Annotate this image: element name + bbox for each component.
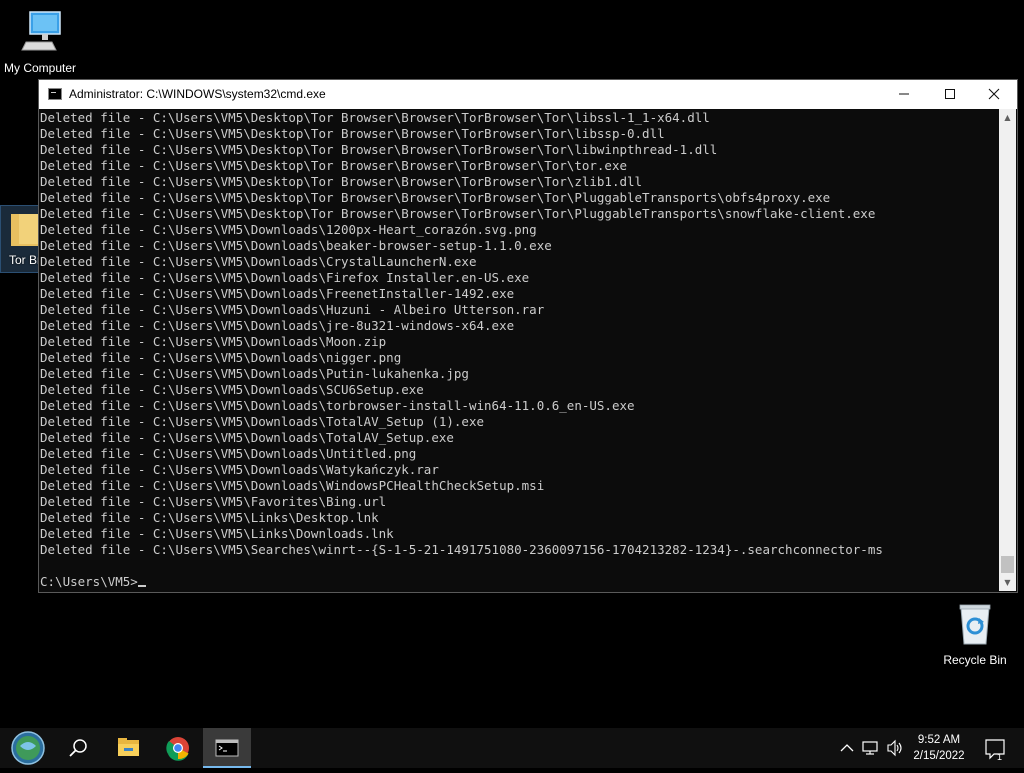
desktop-icon-label: Recycle Bin xyxy=(943,653,1007,667)
cmd-taskbar-button[interactable] xyxy=(203,728,251,768)
command-prompt-line[interactable]: C:\Users\VM5> xyxy=(40,574,146,590)
taskbar-clock[interactable]: 9:52 AM 2/15/2022 xyxy=(905,732,973,764)
desktop-icon-tor-browser[interactable]: Tor Br xyxy=(0,205,42,273)
network-button[interactable] xyxy=(860,728,882,768)
console-line: Deleted file - C:\Users\VM5\Downloads\be… xyxy=(40,238,552,253)
console-line: Deleted file - C:\Users\VM5\Downloads\SC… xyxy=(40,382,424,397)
console-line: Deleted file - C:\Users\VM5\Downloads\to… xyxy=(40,398,635,413)
console-line: Deleted file - C:\Users\VM5\Downloads\12… xyxy=(40,222,537,237)
taskbar: 9:52 AM 2/15/2022 xyxy=(0,728,1024,768)
minimize-icon xyxy=(899,93,909,95)
clock-date: 2/15/2022 xyxy=(913,750,965,762)
chrome-button[interactable] xyxy=(154,728,202,768)
console-line: Deleted file - C:\Users\VM5\Desktop\Tor … xyxy=(40,174,643,189)
notification-icon xyxy=(985,739,1005,760)
close-button[interactable] xyxy=(971,80,1017,109)
scroll-up-arrow-icon[interactable]: ▲ xyxy=(999,109,1016,126)
show-hidden-icons-button[interactable] xyxy=(836,728,858,768)
cmd-app-icon xyxy=(48,88,62,100)
volume-icon xyxy=(887,739,902,757)
start-icon xyxy=(11,731,45,765)
console-lines: Deleted file - C:\Users\VM5\Desktop\Tor … xyxy=(40,110,883,558)
window-title: Administrator: C:\WINDOWS\system32\cmd.e… xyxy=(69,87,326,101)
console-line: Deleted file - C:\Users\VM5\Downloads\Hu… xyxy=(40,302,545,317)
console-line: Deleted file - C:\Users\VM5\Links\Downlo… xyxy=(40,526,394,541)
console-line: Deleted file - C:\Users\VM5\Desktop\Tor … xyxy=(40,190,831,205)
console-line: Deleted file - C:\Users\VM5\Desktop\Tor … xyxy=(40,206,876,221)
search-icon xyxy=(69,739,87,757)
console-line: Deleted file - C:\Users\VM5\Desktop\Tor … xyxy=(40,110,710,125)
scroll-thumb[interactable] xyxy=(1001,556,1014,573)
desktop-icon-label: Tor Br xyxy=(9,253,42,267)
action-center-button[interactable] xyxy=(978,728,1018,768)
chevron-up-icon xyxy=(840,744,854,752)
search-button[interactable] xyxy=(54,728,102,768)
console-line: Deleted file - C:\Users\VM5\Desktop\Tor … xyxy=(40,158,627,173)
file-explorer-button[interactable] xyxy=(104,728,152,768)
maximize-button[interactable] xyxy=(927,80,973,109)
console-line: Deleted file - C:\Users\VM5\Downloads\Pu… xyxy=(40,366,469,381)
console-line: Deleted file - C:\Users\VM5\Links\Deskto… xyxy=(40,510,379,525)
console-line: Deleted file - C:\Users\VM5\Downloads\Wa… xyxy=(40,462,439,477)
window-titlebar[interactable]: Administrator: C:\WINDOWS\system32\cmd.e… xyxy=(39,80,1017,109)
desktop-icon-my-computer[interactable]: My Computer xyxy=(0,8,80,75)
file-explorer-icon xyxy=(118,738,139,756)
console-line: Deleted file - C:\Users\VM5\Downloads\Fi… xyxy=(40,270,530,285)
console-line: Deleted file - C:\Users\VM5\Downloads\jr… xyxy=(40,318,515,333)
console-line: Deleted file - C:\Users\VM5\Downloads\Fr… xyxy=(40,286,515,301)
desktop-icon-label: My Computer xyxy=(3,61,77,75)
console-output[interactable]: Deleted file - C:\Users\VM5\Desktop\Tor … xyxy=(39,109,999,591)
minimize-button[interactable] xyxy=(881,80,927,109)
console-line: Deleted file - C:\Users\VM5\Downloads\Un… xyxy=(40,446,417,461)
console-line: Deleted file - C:\Users\VM5\Downloads\ni… xyxy=(40,350,402,365)
vertical-scrollbar[interactable]: ▲ ▼ xyxy=(999,109,1016,591)
folder-icon xyxy=(11,214,41,246)
clock-time: 9:52 AM xyxy=(917,734,961,746)
scroll-down-arrow-icon[interactable]: ▼ xyxy=(999,574,1016,591)
text-cursor xyxy=(137,585,146,587)
cmd-window[interactable]: Administrator: C:\WINDOWS\system32\cmd.e… xyxy=(38,79,1018,593)
maximize-icon xyxy=(945,89,955,99)
cmd-icon xyxy=(215,739,239,757)
start-button[interactable] xyxy=(4,728,52,768)
console-line: Deleted file - C:\Users\VM5\Desktop\Tor … xyxy=(40,142,718,157)
close-icon xyxy=(988,88,1000,100)
console-line: Deleted file - C:\Users\VM5\Downloads\Wi… xyxy=(40,478,545,493)
command-prompt: C:\Users\VM5> xyxy=(40,574,138,589)
console-line: Deleted file - C:\Users\VM5\Downloads\Mo… xyxy=(40,334,387,349)
console-line: Deleted file - C:\Users\VM5\Downloads\To… xyxy=(40,430,454,445)
console-line: Deleted file - C:\Users\VM5\Downloads\To… xyxy=(40,414,485,429)
chrome-icon xyxy=(166,737,189,761)
desktop-icon-recycle-bin[interactable]: Recycle Bin xyxy=(935,600,1015,667)
console-line: Deleted file - C:\Users\VM5\Downloads\Cr… xyxy=(40,254,477,269)
volume-button[interactable] xyxy=(884,728,906,768)
notification-count-badge: 1 xyxy=(997,752,1003,762)
console-line: Deleted file - C:\Users\VM5\Favorites\Bi… xyxy=(40,494,387,509)
desktop: My Computer Tor Br Recycle Bin Administr… xyxy=(0,0,1024,768)
console-line: Deleted file - C:\Users\VM5\Searches\win… xyxy=(40,542,883,557)
network-icon xyxy=(862,741,878,755)
recycle-bin-icon xyxy=(959,604,991,645)
computer-icon xyxy=(21,11,61,51)
console-line: Deleted file - C:\Users\VM5\Desktop\Tor … xyxy=(40,126,665,141)
